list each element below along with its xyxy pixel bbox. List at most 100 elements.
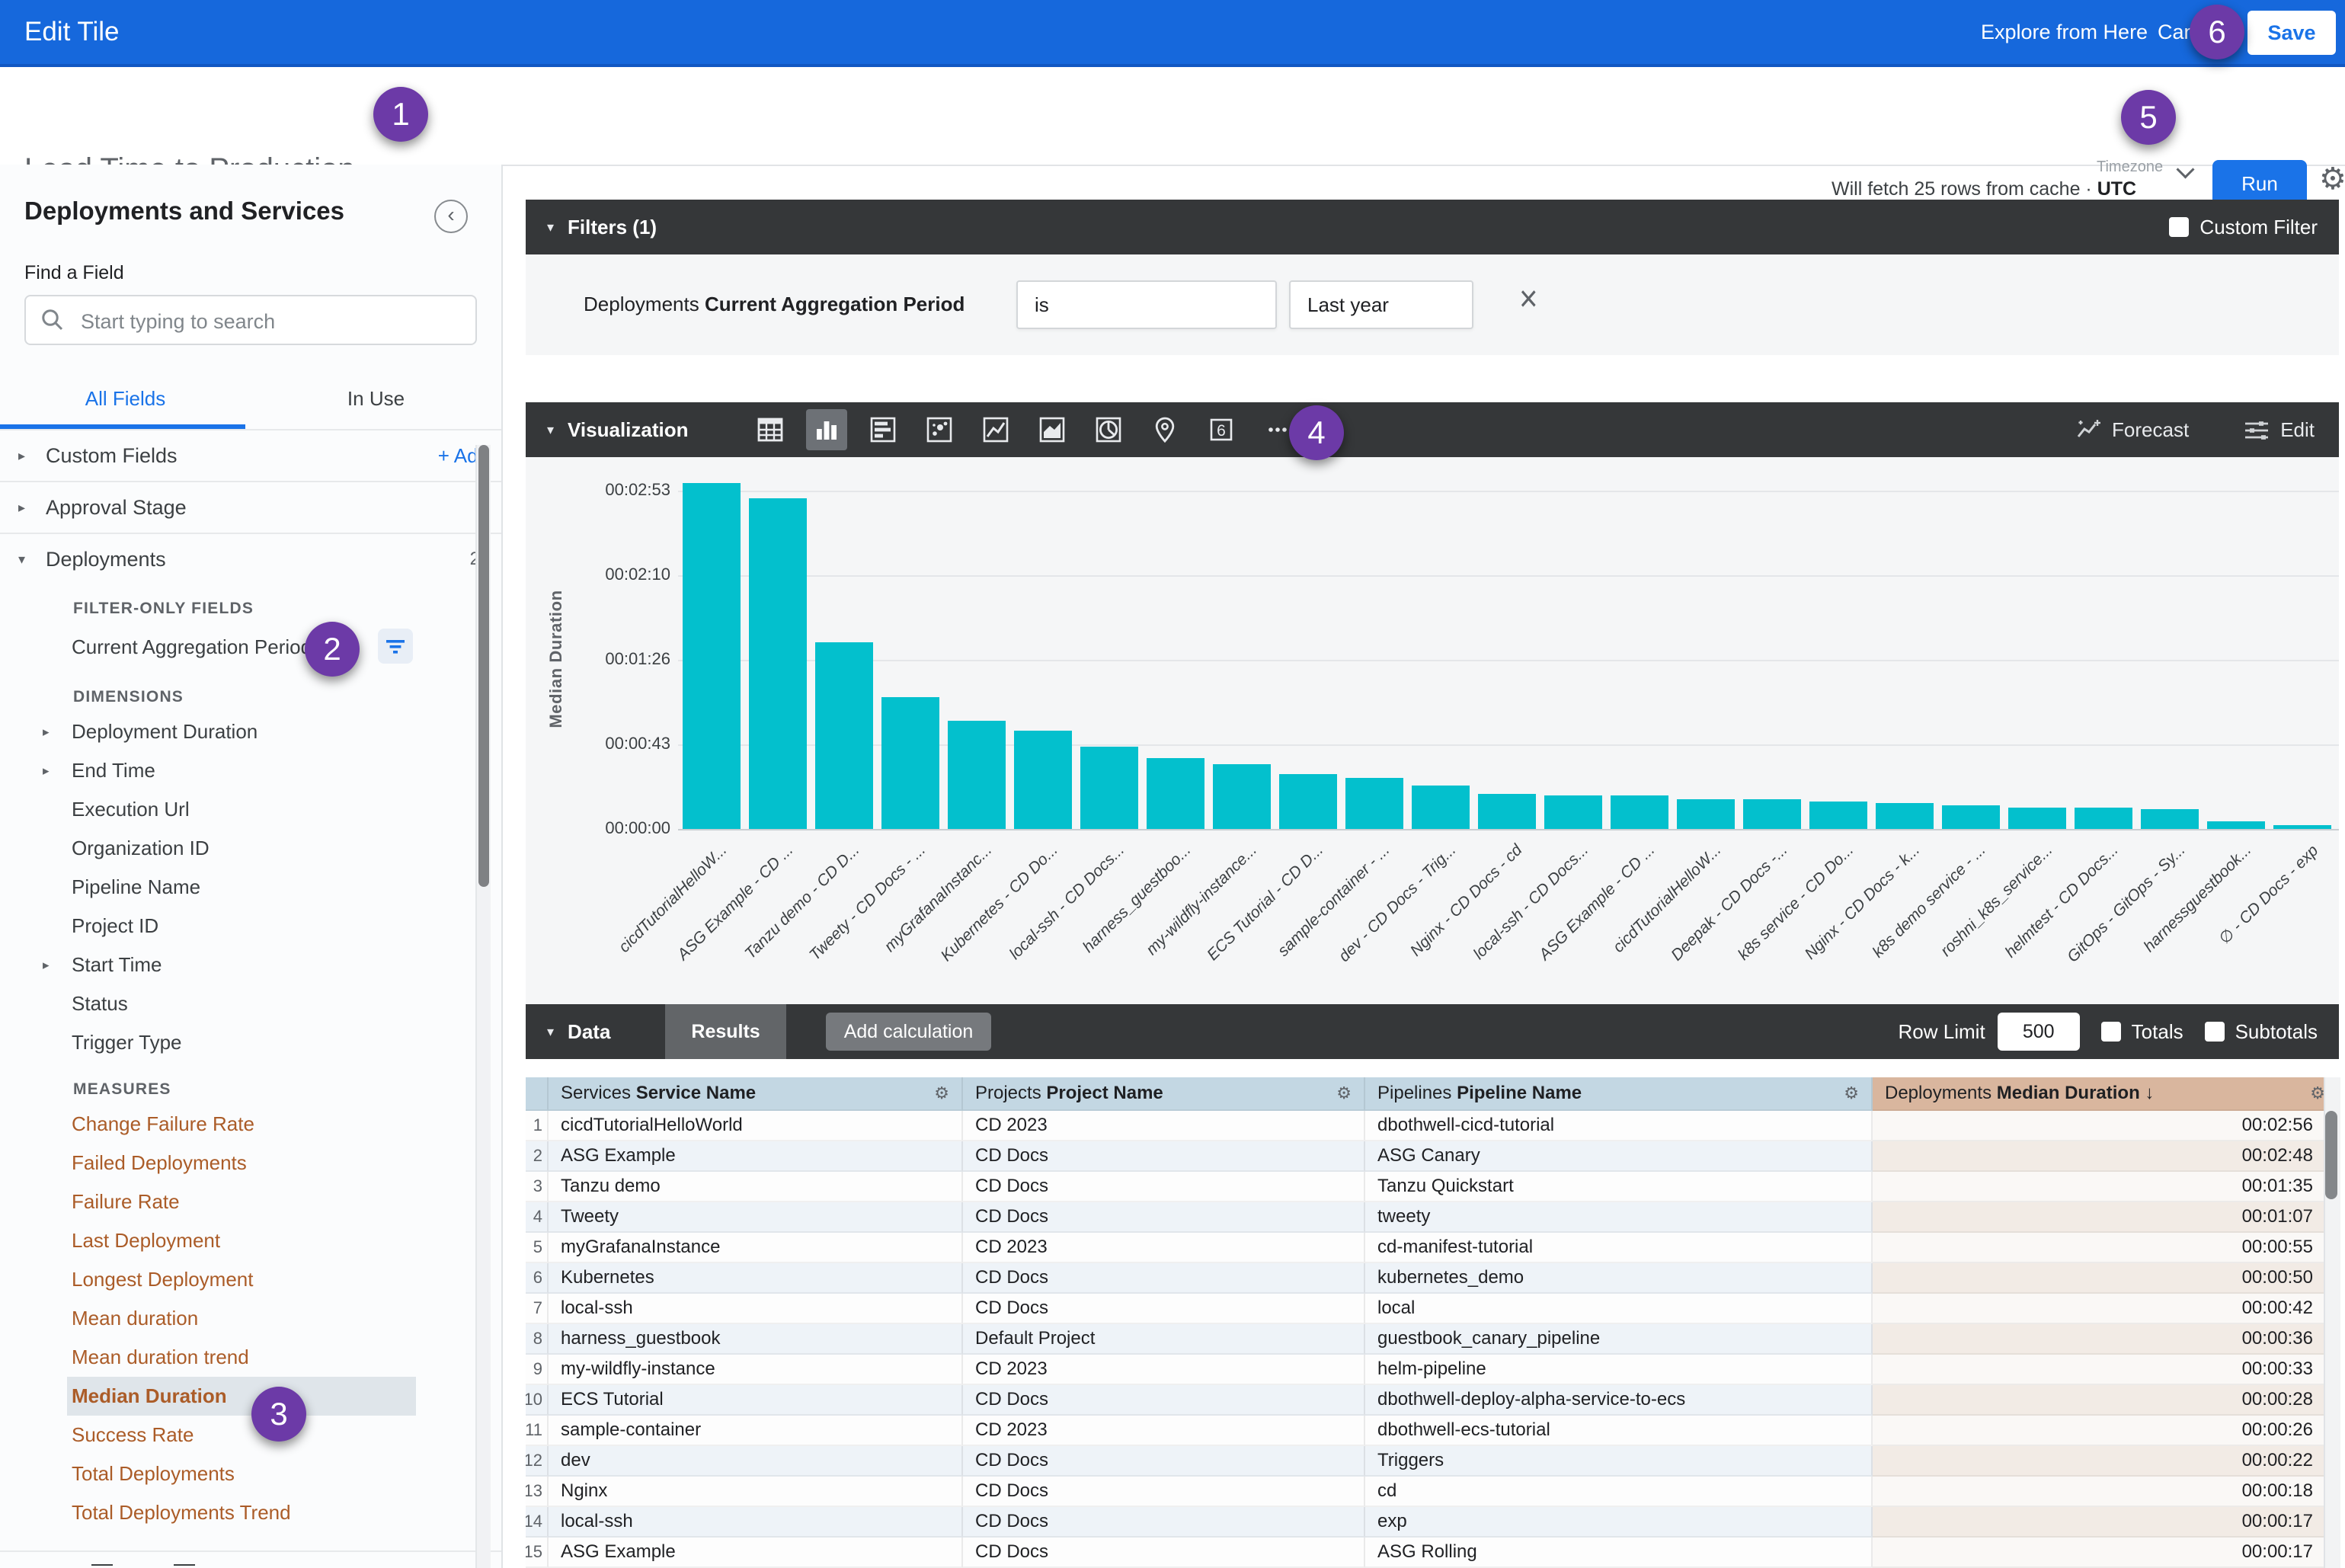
map-pin-icon[interactable]	[1144, 409, 1185, 450]
field-item-failure-rate[interactable]: Failure Rate	[0, 1182, 501, 1221]
field-item-success-rate[interactable]: Success Rate	[0, 1416, 501, 1454]
line-chart-icon[interactable]	[975, 409, 1016, 450]
tab-results[interactable]: Results	[665, 1004, 785, 1059]
save-button[interactable]: Save	[2247, 11, 2336, 55]
bar-chart-icon[interactable]	[862, 409, 904, 450]
service-name-cell[interactable]: my-wildfly-instance	[549, 1355, 963, 1385]
gear-icon[interactable]: ⚙	[2319, 162, 2345, 197]
service-name-cell[interactable]: Kubernetes	[549, 1263, 963, 1294]
scatter-icon[interactable]	[919, 409, 960, 450]
bar-deepak-cd-docs[interactable]	[1743, 799, 1801, 829]
bar-gitops-gitops-sy[interactable]	[2141, 809, 2199, 829]
median-duration-cell[interactable]: 00:00:18	[1873, 1477, 2339, 1507]
column-header-median-duration[interactable]: Deployments Median Duration ↓⚙	[1873, 1077, 2339, 1111]
service-name-cell[interactable]: myGrafanaInstance	[549, 1233, 963, 1263]
project-name-cell[interactable]: CD Docs	[963, 1385, 1365, 1416]
field-item-status[interactable]: Status	[0, 984, 501, 1023]
bar-cicdtutorialhellow[interactable]	[683, 483, 741, 829]
field-search[interactable]	[24, 295, 477, 345]
single-value-icon[interactable]: 6	[1201, 409, 1242, 450]
service-name-cell[interactable]: local-ssh	[549, 1507, 963, 1538]
pipeline-name-cell[interactable]: local	[1365, 1294, 1873, 1324]
area-chart-icon[interactable]	[1032, 409, 1073, 450]
timezone-value[interactable]: UTC	[2097, 178, 2136, 200]
chevron-right-icon[interactable]: ▸	[18, 430, 25, 481]
pipeline-name-cell[interactable]: cd	[1365, 1477, 1873, 1507]
project-name-cell[interactable]: CD Docs	[963, 1477, 1365, 1507]
chevron-down-icon[interactable]: ▾	[18, 534, 25, 584]
bar-dev-cd-docs-trig[interactable]	[1412, 786, 1470, 829]
median-duration-cell[interactable]: 00:00:26	[1873, 1416, 2339, 1446]
bar-cicdtutorialhellow[interactable]	[1677, 799, 1735, 829]
column-header-project-name[interactable]: Projects Project Name⚙	[963, 1077, 1365, 1111]
pipeline-name-cell[interactable]: tweety	[1365, 1202, 1873, 1233]
service-name-cell[interactable]: Nginx	[549, 1477, 963, 1507]
pipeline-name-cell[interactable]: Triggers	[1365, 1446, 1873, 1477]
chevron-down-icon[interactable]: ▾	[547, 1024, 554, 1040]
sidebar-scrollbar[interactable]	[475, 445, 491, 1568]
field-item-execution-url[interactable]: Execution Url	[0, 790, 501, 829]
project-name-cell[interactable]: CD 2023	[963, 1416, 1365, 1446]
bar-local-ssh-cd-docs[interactable]	[1544, 795, 1602, 829]
column-header-pipeline-name[interactable]: Pipelines Pipeline Name⚙	[1365, 1077, 1873, 1111]
service-name-cell[interactable]: ECS Tutorial	[549, 1385, 963, 1416]
project-name-cell[interactable]: CD 2023	[963, 1355, 1365, 1385]
project-name-cell[interactable]: CD Docs	[963, 1538, 1365, 1568]
chevron-down-icon[interactable]: ▾	[547, 219, 554, 235]
field-item-total-deployments-trend[interactable]: Total Deployments Trend	[0, 1493, 501, 1532]
filter-value-input[interactable]: Last year	[1289, 280, 1473, 329]
median-duration-cell[interactable]: 00:01:35	[1873, 1172, 2339, 1202]
field-item-change-failure-rate[interactable]: Change Failure Rate	[0, 1105, 501, 1144]
project-name-cell[interactable]: CD 2023	[963, 1111, 1365, 1141]
bar-asg-example-cd[interactable]	[1611, 795, 1668, 829]
median-duration-cell[interactable]: 00:00:17	[1873, 1507, 2339, 1538]
sidebar-group-approval-stage[interactable]: ▸Approval Stage	[0, 482, 501, 533]
chevron-right-icon[interactable]: ▸	[43, 751, 50, 790]
project-name-cell[interactable]: CD Docs	[963, 1172, 1365, 1202]
chevron-right-icon[interactable]: ▸	[43, 946, 50, 984]
median-duration-cell[interactable]: 00:00:17	[1873, 1538, 2339, 1568]
field-item-pipeline-name[interactable]: Pipeline Name	[0, 868, 501, 907]
bar-k8s-demo-service[interactable]	[1942, 805, 2000, 829]
chevron-right-icon[interactable]: ▸	[18, 482, 25, 533]
median-duration-cell[interactable]: 00:00:28	[1873, 1385, 2339, 1416]
project-name-cell[interactable]: CD Docs	[963, 1446, 1365, 1477]
field-item-last-deployment[interactable]: Last Deployment	[0, 1221, 501, 1260]
field-item-current-aggregation-period[interactable]: Current Aggregation Period	[0, 624, 501, 670]
bar-cd-docs-exp[interactable]	[2273, 825, 2331, 829]
field-item-organization-id[interactable]: Organization ID	[0, 829, 501, 868]
bar-k8s-service-cd-do[interactable]	[1809, 802, 1867, 829]
project-name-cell[interactable]: CD Docs	[963, 1263, 1365, 1294]
service-name-cell[interactable]: Tanzu demo	[549, 1172, 963, 1202]
pipeline-name-cell[interactable]: kubernetes_demo	[1365, 1263, 1873, 1294]
field-item-start-time[interactable]: ▸Start Time	[0, 946, 501, 984]
chevron-down-icon[interactable]: ▾	[547, 422, 554, 438]
field-item-failed-deployments[interactable]: Failed Deployments	[0, 1144, 501, 1182]
service-name-cell[interactable]: Tweety	[549, 1202, 963, 1233]
project-name-cell[interactable]: CD Docs	[963, 1141, 1365, 1172]
median-duration-cell[interactable]: 00:00:42	[1873, 1294, 2339, 1324]
field-item-longest-deployment[interactable]: Longest Deployment	[0, 1260, 501, 1299]
field-item-total-deployments[interactable]: Total Deployments	[0, 1454, 501, 1493]
bar-mygrafanainstanc[interactable]	[948, 721, 1006, 829]
pipeline-name-cell[interactable]: exp	[1365, 1507, 1873, 1538]
bar-tweety-cd-docs[interactable]	[881, 697, 939, 829]
filter-operator-select[interactable]: is	[1016, 280, 1277, 329]
close-icon[interactable]: ×	[1519, 277, 1538, 319]
custom-filter-checkbox[interactable]	[2169, 217, 2189, 237]
explore-from-here-link[interactable]: Explore from Here	[1981, 0, 2148, 64]
pipeline-name-cell[interactable]: guestbook_canary_pipeline	[1365, 1324, 1873, 1355]
gear-icon[interactable]: ⚙	[1336, 1083, 1352, 1103]
field-item-end-time[interactable]: ▸End Time	[0, 751, 501, 790]
pipeline-name-cell[interactable]: ASG Rolling	[1365, 1538, 1873, 1568]
bar-ecs-tutorial-cd-d[interactable]	[1279, 774, 1337, 829]
pipeline-name-cell[interactable]: helm-pipeline	[1365, 1355, 1873, 1385]
field-item-project-id[interactable]: Project ID	[0, 907, 501, 946]
service-name-cell[interactable]: local-ssh	[549, 1294, 963, 1324]
bar-roshni-k8s-service[interactable]	[2008, 808, 2066, 829]
column-header-service-name[interactable]: Services Service Name⚙	[549, 1077, 963, 1111]
project-name-cell[interactable]: CD 2023	[963, 1233, 1365, 1263]
column-chart-icon[interactable]	[806, 409, 847, 450]
totals-checkbox[interactable]	[2101, 1022, 2121, 1042]
project-name-cell[interactable]: Default Project	[963, 1324, 1365, 1355]
